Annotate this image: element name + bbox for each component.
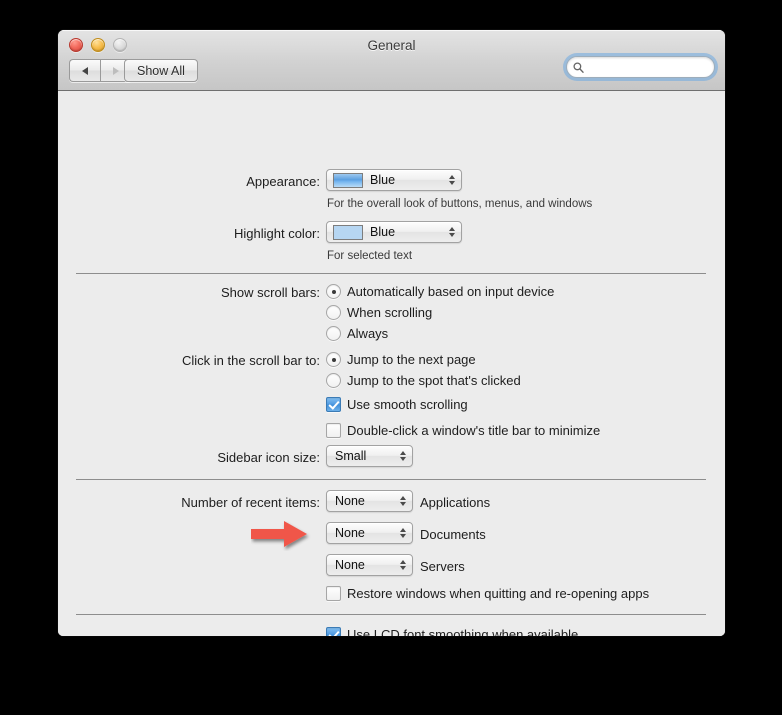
restore-windows-checkbox[interactable]: Restore windows when quitting and re-ope… (326, 586, 649, 601)
use-smooth-scrolling-checkbox[interactable]: Use smooth scrolling (326, 397, 468, 412)
show-all-label: Show All (137, 63, 185, 78)
appearance-value: Blue (370, 173, 396, 187)
highlight-color-value: Blue (370, 225, 396, 239)
back-button[interactable] (69, 59, 100, 82)
nav-button-group (69, 59, 132, 82)
popup-arrows-icon (449, 175, 455, 185)
recent-servers-popup[interactable]: None (326, 554, 413, 576)
recent-applications-popup[interactable]: None (326, 490, 413, 512)
radio-scrollbars-automatic[interactable]: Automatically based on input device (326, 284, 554, 299)
forward-arrow-icon (113, 66, 119, 75)
window-title: General (367, 38, 416, 53)
window-toolbar: General Show All (58, 30, 725, 91)
popup-arrows-icon (400, 496, 406, 506)
radio-indicator (326, 352, 341, 367)
search-field[interactable] (566, 56, 715, 78)
recent-servers-label: Servers (420, 559, 465, 574)
back-arrow-icon (82, 66, 88, 75)
recent-items-label: Number of recent items: (181, 495, 320, 510)
separator-1 (76, 273, 706, 274)
radio-click-spot-clicked[interactable]: Jump to the spot that's clicked (326, 373, 521, 388)
radio-scrollbars-when-scrolling[interactable]: When scrolling (326, 305, 432, 320)
radio-label: Automatically based on input device (347, 284, 555, 299)
double-click-minimize-checkbox[interactable]: Double-click a window's title bar to min… (326, 423, 600, 438)
sidebar-icon-size-value: Small (335, 449, 367, 463)
checkbox-indicator (326, 423, 341, 438)
search-icon (573, 61, 584, 73)
radio-label: Jump to the spot that's clicked (347, 373, 521, 388)
recent-documents-popup[interactable]: None (326, 522, 413, 544)
checkbox-indicator (326, 586, 341, 601)
recent-documents-label: Documents (420, 527, 486, 542)
popup-arrows-icon (400, 528, 406, 538)
show-scroll-bars-label: Show scroll bars: (221, 285, 320, 300)
checkbox-label: Restore windows when quitting and re-ope… (347, 586, 650, 601)
radio-label: When scrolling (347, 305, 433, 320)
recent-servers-value: None (335, 558, 365, 572)
checkbox-label: Use smooth scrolling (347, 397, 468, 412)
separator-2 (76, 479, 706, 480)
highlight-color-hint: For selected text (327, 250, 413, 262)
popup-arrows-icon (400, 451, 406, 461)
radio-indicator (326, 326, 341, 341)
checkbox-label: Use LCD font smoothing when available (347, 627, 579, 636)
highlight-color-label: Highlight color: (234, 226, 320, 241)
appearance-label: Appearance: (246, 174, 320, 189)
checkbox-label: Double-click a window's title bar to min… (347, 423, 601, 438)
sidebar-icon-size-popup[interactable]: Small (326, 445, 413, 467)
recent-documents-value: None (335, 526, 365, 540)
popup-arrows-icon (449, 227, 455, 237)
separator-3 (76, 614, 706, 615)
sidebar-icon-size-label: Sidebar icon size: (217, 450, 320, 465)
radio-indicator (326, 305, 341, 320)
recent-applications-label: Applications (420, 495, 491, 510)
radio-label: Always (347, 326, 389, 341)
checkbox-indicator (326, 627, 341, 636)
search-input[interactable] (587, 60, 699, 74)
popup-arrows-icon (400, 560, 406, 570)
radio-click-next-page[interactable]: Jump to the next page (326, 352, 476, 367)
radio-indicator (326, 373, 341, 388)
recent-applications-value: None (335, 494, 365, 508)
click-scroll-bar-label: Click in the scroll bar to: (182, 353, 320, 368)
radio-scrollbars-always[interactable]: Always (326, 326, 388, 341)
appearance-color-swatch (333, 172, 363, 188)
highlight-color-popup[interactable]: Blue (326, 221, 462, 243)
appearance-hint: For the overall look of buttons, menus, … (327, 198, 593, 210)
preferences-content: Appearance: Blue For the overall look of… (58, 91, 725, 636)
highlight-color-swatch (333, 224, 363, 240)
show-all-button[interactable]: Show All (124, 59, 198, 82)
radio-indicator (326, 284, 341, 299)
checkbox-indicator (326, 397, 341, 412)
radio-label: Jump to the next page (347, 352, 476, 367)
system-preferences-window: General Show All Appearance: Blue For th… (58, 30, 725, 636)
appearance-popup[interactable]: Blue (326, 169, 462, 191)
lcd-font-smoothing-checkbox[interactable]: Use LCD font smoothing when available (326, 627, 578, 636)
